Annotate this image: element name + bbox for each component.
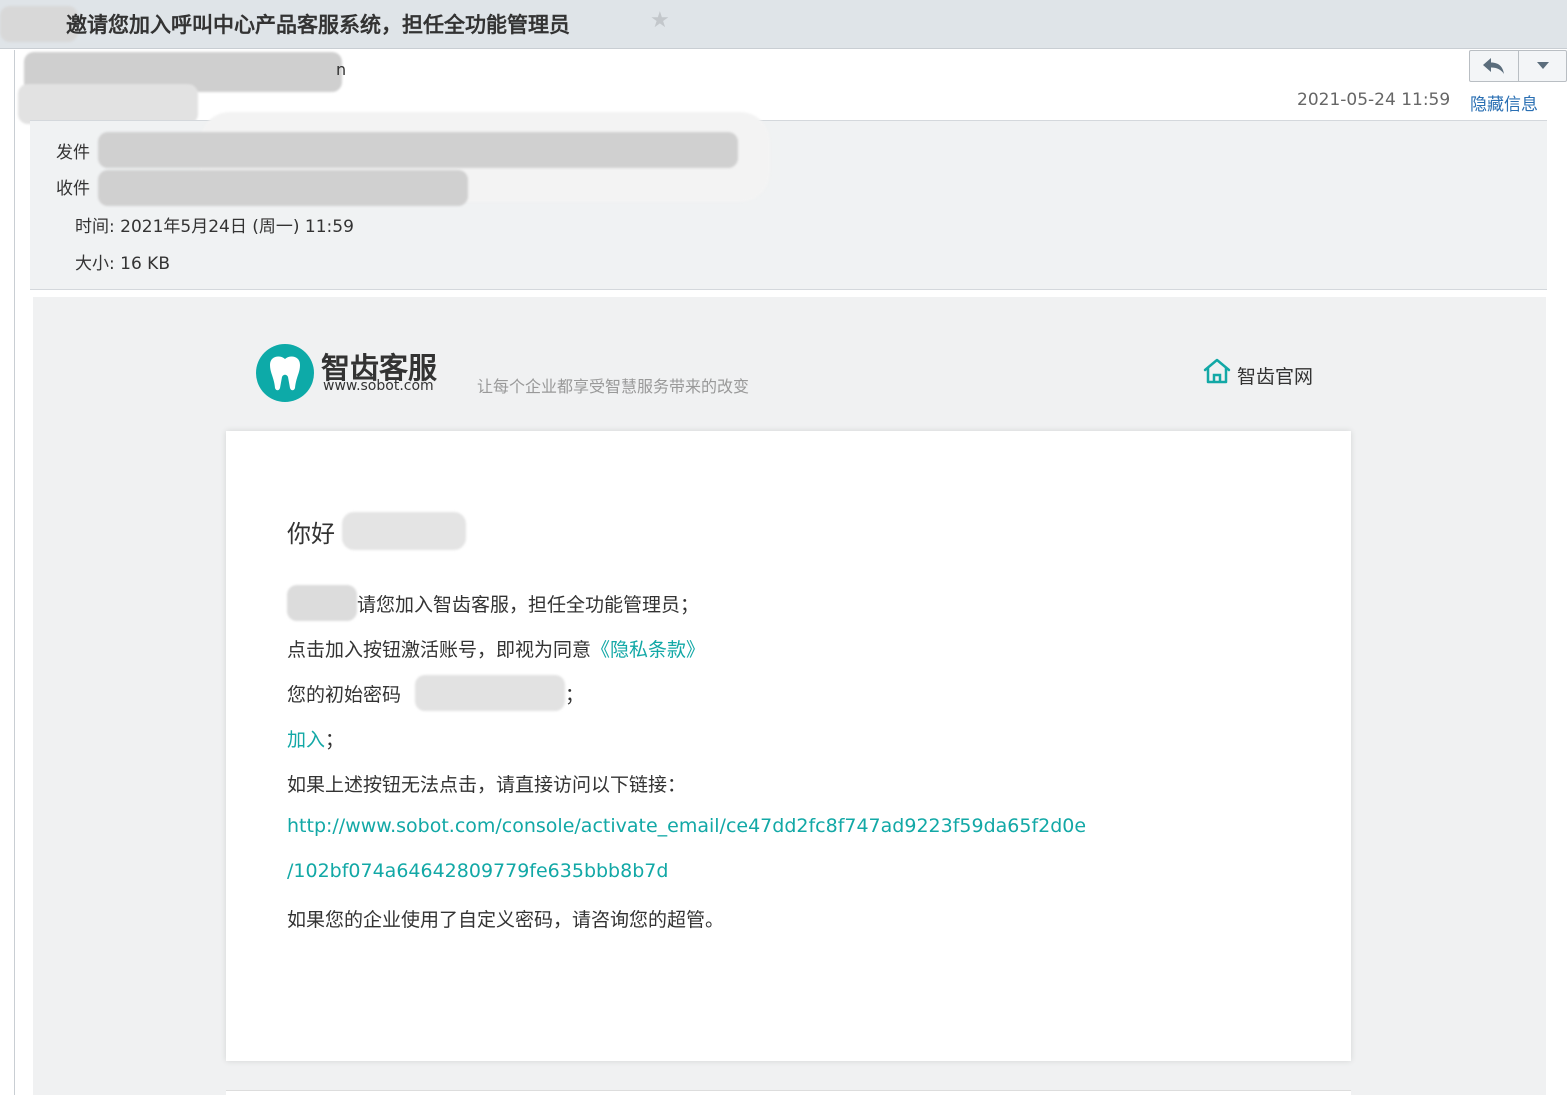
- home-icon[interactable]: [1202, 357, 1232, 385]
- to-label: 收件: [56, 179, 90, 199]
- reply-icon: [1483, 58, 1504, 74]
- from-label: 发件: [56, 143, 90, 163]
- size-info: 大小: 16 KB: [75, 254, 170, 274]
- password-line-suffix: ；: [565, 684, 585, 706]
- logo: [256, 344, 314, 402]
- time-info: 时间: 2021年5月24日 (周一) 11:59: [75, 217, 354, 237]
- redacted-sender-name: [18, 84, 198, 124]
- custom-password-note: 如果您的企业使用了自定义密码，请咨询您的超管。: [287, 909, 725, 931]
- tooth-icon: [270, 356, 300, 391]
- brand-url: www.sobot.com: [323, 378, 434, 394]
- official-site-link[interactable]: 智齿官网: [1237, 362, 1313, 389]
- email-subject: 邀请您加入呼叫中心产品客服系统，担任全功能管理员: [66, 13, 570, 37]
- fallback-line: 如果上述按钮无法点击，请直接访问以下链接：: [287, 774, 687, 796]
- chevron-down-icon: [1536, 62, 1549, 69]
- activation-url-part1[interactable]: http://www.sobot.com/console/activate_em…: [287, 815, 1086, 837]
- activation-text: 点击加入按钮激活账号，即视为同意: [287, 639, 592, 661]
- join-suffix: ；: [325, 729, 345, 751]
- more-button[interactable]: [1519, 51, 1566, 81]
- activation-url-part2[interactable]: /102bf074a64642809779fe635bbb8b7d: [287, 860, 668, 882]
- redacted-from: [98, 132, 738, 168]
- join-link[interactable]: 加入: [287, 729, 325, 751]
- activation-line: 点击加入按钮激活账号，即视为同意《隐私条款》: [287, 635, 705, 662]
- password-line-prefix: 您的初始密码: [287, 684, 402, 706]
- privacy-link[interactable]: 《隐私条款》: [591, 639, 705, 661]
- reply-button[interactable]: [1470, 51, 1519, 81]
- redacted-password: [415, 675, 565, 711]
- next-card-edge: [226, 1090, 1351, 1096]
- hide-info-link[interactable]: 隐藏信息: [1470, 90, 1538, 115]
- join-line: 加入；: [287, 725, 344, 752]
- redacted-to: [98, 170, 468, 206]
- redacted-inviter: [287, 585, 357, 621]
- invite-line: 请您加入智齿客服，担任全功能管理员；: [357, 594, 700, 616]
- brand-slogan: 让每个企业都享受智慧服务带来的改变: [477, 377, 750, 396]
- greeting: 你好: [287, 520, 335, 548]
- reply-button-group: [1469, 50, 1567, 82]
- email-date: 2021-05-24 11:59: [1297, 90, 1451, 110]
- redacted-recipient-name: [342, 512, 466, 550]
- sender-address-tail: n: [336, 60, 347, 79]
- star-icon[interactable]: ★: [650, 8, 670, 33]
